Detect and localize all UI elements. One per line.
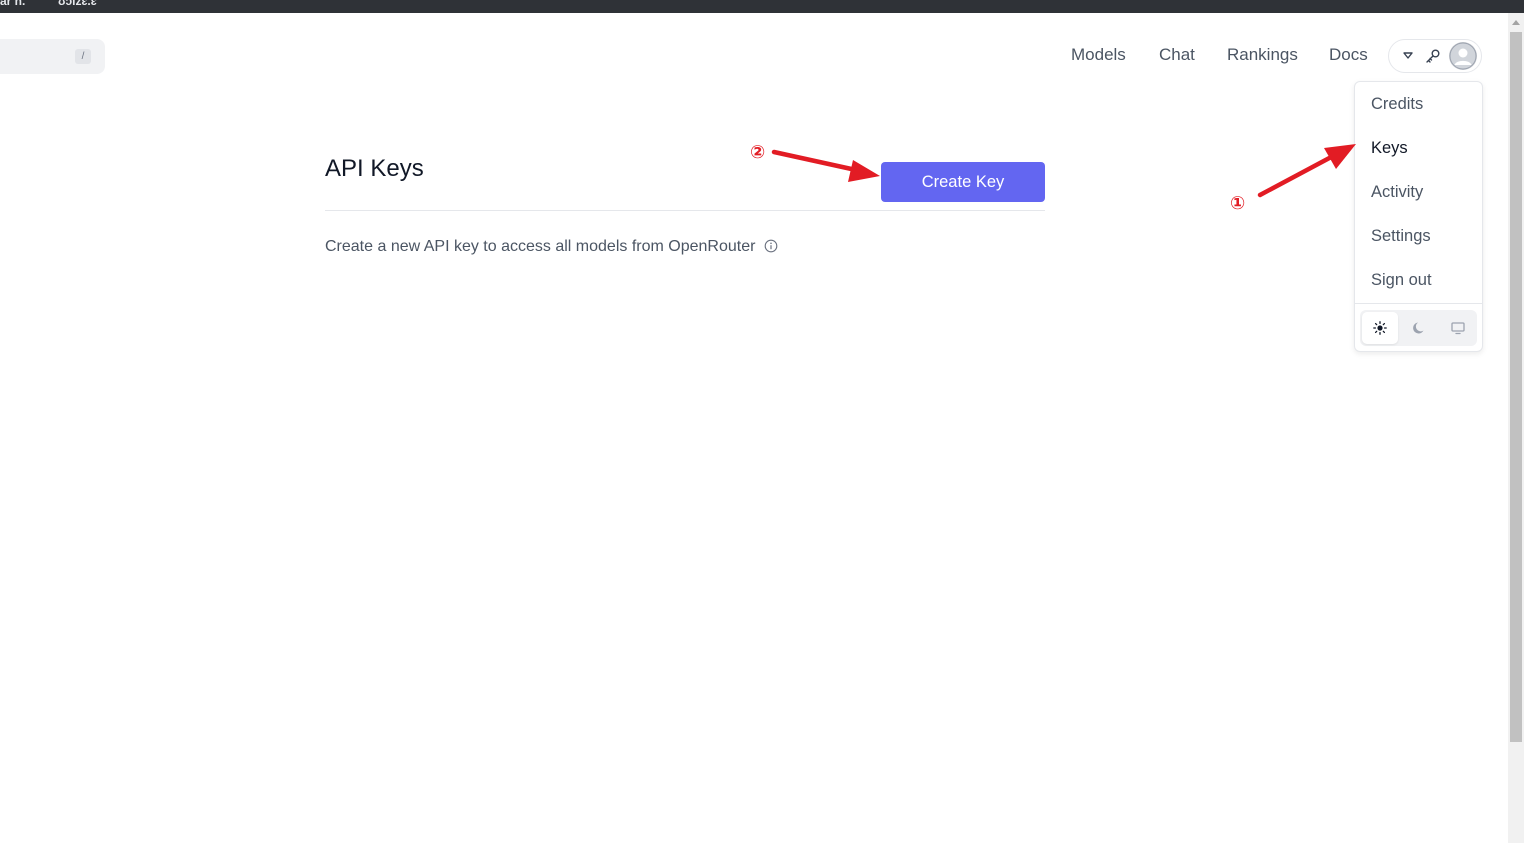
monitor-icon: [1451, 322, 1465, 335]
theme-system-button[interactable]: [1440, 312, 1476, 344]
menu-divider: [1355, 303, 1482, 304]
search-shortcut-key: /: [75, 49, 91, 64]
nav-chat-link[interactable]: Chat: [1159, 45, 1195, 65]
annotation-arrows: [771, 144, 1356, 198]
nav-rankings-link[interactable]: Rankings: [1227, 45, 1298, 65]
scroll-up-arrow-icon[interactable]: [1512, 19, 1520, 25]
page-description: Create a new API key to access all model…: [325, 238, 778, 256]
account-dropdown-menu: Credits Keys Activity Settings Sign out: [1354, 81, 1483, 352]
browser-top-bar: ar n. ʊɔlzɛ.ɛ: [0, 0, 1524, 13]
theme-light-button[interactable]: [1362, 312, 1398, 344]
chevron-down-icon: [1403, 52, 1413, 59]
page-title: API Keys: [325, 155, 424, 182]
theme-switcher: [1360, 310, 1477, 346]
page-description-text: Create a new API key to access all model…: [325, 238, 756, 255]
annotation-step-1-label: ①: [1230, 193, 1246, 213]
menu-item-credits[interactable]: Credits: [1371, 95, 1423, 114]
scrollbar-thumb[interactable]: [1510, 32, 1522, 742]
nav-docs-link[interactable]: Docs: [1329, 45, 1368, 65]
menu-item-settings[interactable]: Settings: [1371, 227, 1431, 246]
create-key-button[interactable]: Create Key: [881, 162, 1045, 202]
key-icon: [1426, 49, 1440, 63]
search-input[interactable]: /: [0, 39, 105, 74]
menu-item-sign-out[interactable]: Sign out: [1371, 271, 1432, 290]
theme-dark-button[interactable]: [1401, 312, 1437, 344]
browser-tab-fragment[interactable]: ʊɔlzɛ.ɛ: [58, 0, 97, 8]
menu-item-keys[interactable]: Keys: [1371, 139, 1408, 158]
info-icon[interactable]: [764, 239, 778, 253]
page-scrollbar[interactable]: [1508, 13, 1524, 843]
annotation-arrow-1: [1257, 144, 1356, 198]
nav-models-link[interactable]: Models: [1071, 45, 1126, 65]
menu-item-activity[interactable]: Activity: [1371, 183, 1423, 202]
sun-icon: [1373, 321, 1387, 335]
annotation-arrow-2: [771, 149, 880, 182]
browser-tab-fragment: ar n.: [0, 0, 26, 8]
user-avatar-icon: [1449, 42, 1477, 70]
account-menu-button[interactable]: [1388, 39, 1482, 73]
avatar[interactable]: [1449, 42, 1477, 70]
moon-icon: [1413, 322, 1424, 334]
header-divider: [325, 210, 1045, 211]
annotation-step-2-label: ②: [750, 142, 766, 162]
